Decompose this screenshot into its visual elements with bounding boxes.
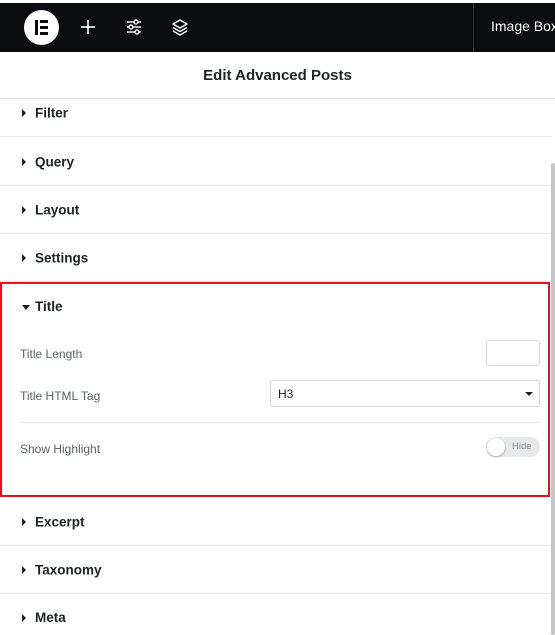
section-title-header[interactable]: Title — [2, 284, 548, 330]
section-label: Taxonomy — [35, 562, 102, 577]
section-label: Query — [35, 154, 75, 169]
title-html-tag-select[interactable]: H3 — [270, 380, 540, 407]
panel-title: Edit Advanced Posts — [203, 67, 352, 84]
section-meta[interactable]: Meta — [0, 594, 552, 635]
section-excerpt[interactable]: Excerpt — [0, 498, 552, 546]
layers-icon[interactable] — [169, 16, 191, 38]
section-title: Title Title Length Title HTML Tag H3 Sho… — [0, 282, 550, 497]
section-label: Excerpt — [35, 514, 85, 529]
section-query[interactable]: Query — [0, 138, 552, 186]
section-settings[interactable]: Settings — [0, 234, 552, 282]
top-bar: Image Box — [0, 3, 555, 52]
title-length-label: Title Length — [20, 347, 83, 361]
plus-icon[interactable] — [77, 16, 99, 38]
scrollbar[interactable] — [551, 163, 555, 635]
section-label: Filter — [35, 105, 69, 120]
show-highlight-toggle[interactable]: Hide — [486, 437, 540, 457]
caret-right-icon — [22, 565, 26, 574]
toggle-text: Hide — [512, 441, 532, 452]
section-label: Settings — [35, 250, 89, 265]
divider — [20, 422, 540, 423]
section-layout[interactable]: Layout — [0, 186, 552, 234]
show-highlight-label: Show Highlight — [20, 442, 101, 456]
section-taxonomy[interactable]: Taxonomy — [0, 546, 552, 594]
title-html-tag-label: Title HTML Tag — [20, 389, 101, 403]
section-filter[interactable]: Filter — [0, 89, 552, 137]
topbar-divider — [473, 3, 474, 52]
caret-down-icon — [22, 305, 30, 310]
title-length-input[interactable] — [486, 340, 540, 366]
caret-right-icon — [22, 205, 26, 214]
toggle-knob — [487, 438, 505, 456]
section-label: Meta — [35, 610, 66, 625]
caret-right-icon — [22, 517, 26, 526]
elementor-logo-icon[interactable] — [24, 10, 59, 45]
section-label: Title — [35, 299, 63, 314]
section-label: Layout — [35, 202, 80, 217]
caret-right-icon — [22, 614, 26, 622]
caret-right-icon — [22, 157, 26, 166]
select-value: H3 — [278, 387, 294, 401]
page-name[interactable]: Image Box — [491, 18, 555, 34]
caret-right-icon — [22, 253, 26, 262]
caret-right-icon — [22, 108, 26, 117]
sliders-icon[interactable] — [123, 16, 145, 38]
chevron-down-icon — [525, 392, 533, 396]
